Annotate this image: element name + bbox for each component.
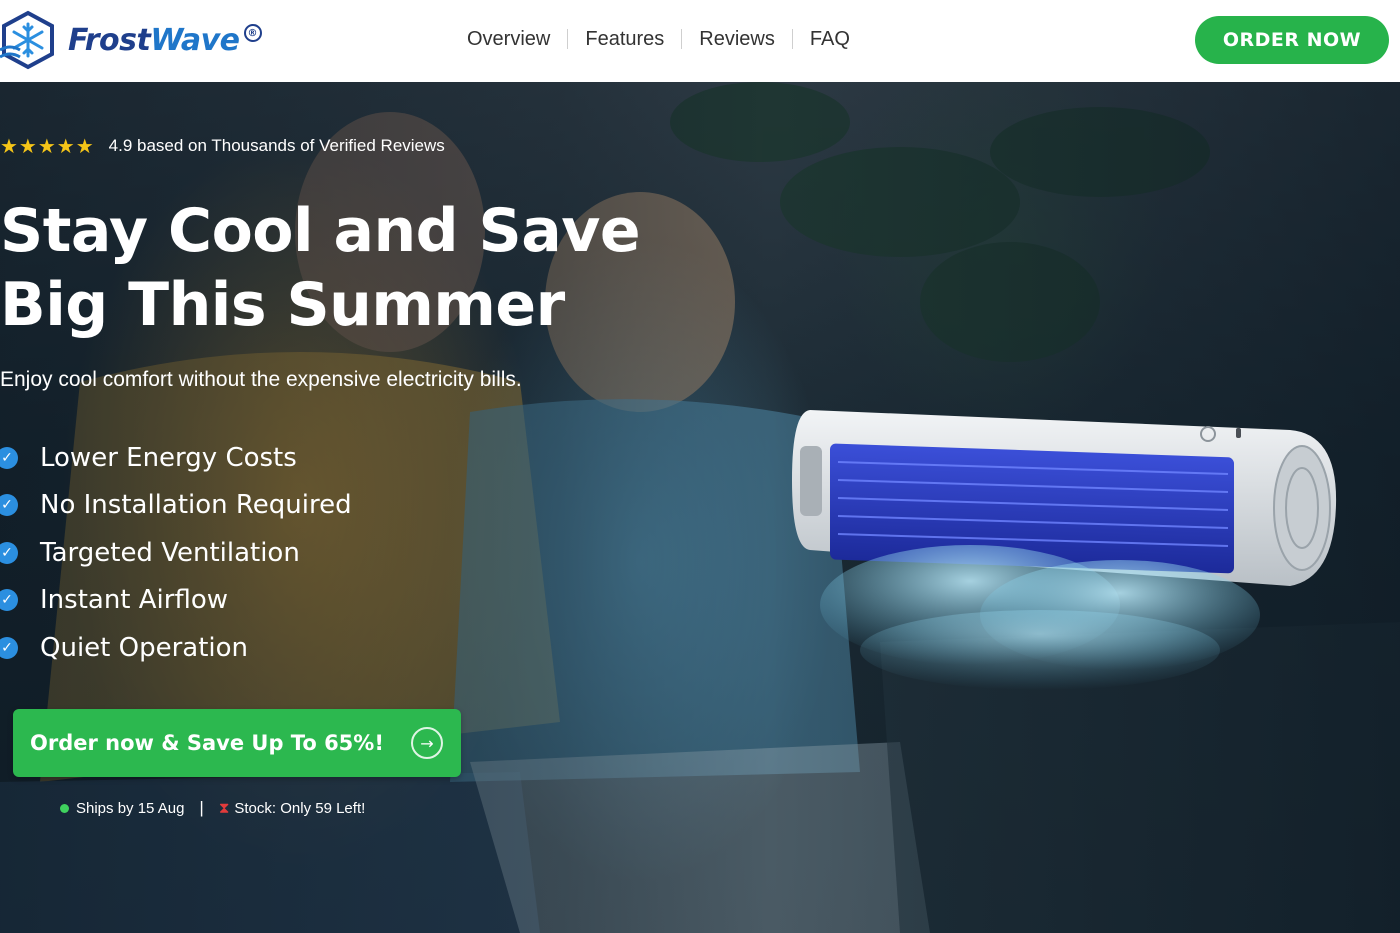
brand-logo[interactable]: FrostWave ® <box>0 10 262 70</box>
nav-divider <box>791 29 793 49</box>
registered-badge: ® <box>243 24 262 42</box>
benefit-label: Lower Energy Costs <box>40 442 297 473</box>
checkmark-icon: ✓ <box>0 494 18 517</box>
benefit-label: Instant Airflow <box>40 585 229 616</box>
nav-reviews[interactable]: Reviews <box>699 28 775 51</box>
checkmark-icon: ✓ <box>0 446 18 469</box>
cta-label: Order now & Save Up To 65%! <box>30 731 384 755</box>
order-save-button[interactable]: Order now & Save Up To 65%! → <box>13 709 461 777</box>
checkmark-icon: ✓ <box>0 636 18 659</box>
checkmark-icon: ✓ <box>0 589 18 612</box>
brand-name-wave: Wave <box>150 22 240 58</box>
benefit-label: Quiet Operation <box>40 632 249 663</box>
benefit-label: Targeted Ventilation <box>40 537 300 568</box>
nav-divider <box>567 29 569 49</box>
hero-section: ★★★★★ 4.9 based on Thousands of Verified… <box>0 82 1400 933</box>
hero-headline: Stay Cool and Save Big This Summer <box>0 194 700 342</box>
brand-name: FrostWave <box>68 23 240 58</box>
brand-name-frost: Frost <box>68 22 151 58</box>
shipping-separator: | <box>199 798 204 817</box>
headline-line-1: Stay Cool and Save <box>0 196 641 266</box>
benefit-item: ✓ No Installation Required <box>0 482 352 530</box>
hourglass-icon: ⧗ <box>218 799 230 817</box>
shipping-info: Ships by 15 Aug | ⧗ Stock: Only 59 Left! <box>60 798 365 818</box>
benefit-list: ✓ Lower Energy Costs ✓ No Installation R… <box>0 434 352 672</box>
air-cooler-product-image <box>792 410 1337 690</box>
star-rating-icon: ★★★★★ <box>0 134 95 158</box>
rating-row: ★★★★★ 4.9 based on Thousands of Verified… <box>0 134 445 158</box>
benefit-item: ✓ Lower Energy Costs <box>0 434 352 482</box>
benefit-item: ✓ Instant Airflow <box>0 577 352 625</box>
headline-line-2: Big This Summer <box>0 270 565 340</box>
benefit-item: ✓ Targeted Ventilation <box>0 529 352 577</box>
checkmark-icon: ✓ <box>0 541 18 564</box>
ships-by-text: Ships by 15 Aug <box>76 799 185 817</box>
arrow-right-icon: → <box>411 727 443 759</box>
benefit-label: No Installation Required <box>40 490 352 521</box>
nav-features[interactable]: Features <box>585 28 664 51</box>
order-now-button[interactable]: ORDER NOW <box>1195 16 1389 64</box>
stock-text: Stock: Only 59 Left! <box>234 799 366 817</box>
snowflake-hexagon-icon <box>0 10 54 70</box>
main-nav: Overview Features Reviews FAQ <box>467 24 850 54</box>
rating-text: 4.9 based on Thousands of Verified Revie… <box>108 136 445 155</box>
green-dot-icon <box>60 803 69 813</box>
hero-subline: Enjoy cool comfort without the expensive… <box>0 368 522 391</box>
nav-faq[interactable]: FAQ <box>810 28 850 51</box>
site-header: FrostWave ® Overview Features Reviews FA… <box>0 0 1400 82</box>
nav-divider <box>681 29 683 49</box>
nav-overview[interactable]: Overview <box>467 28 550 51</box>
benefit-item: ✓ Quiet Operation <box>0 624 352 672</box>
